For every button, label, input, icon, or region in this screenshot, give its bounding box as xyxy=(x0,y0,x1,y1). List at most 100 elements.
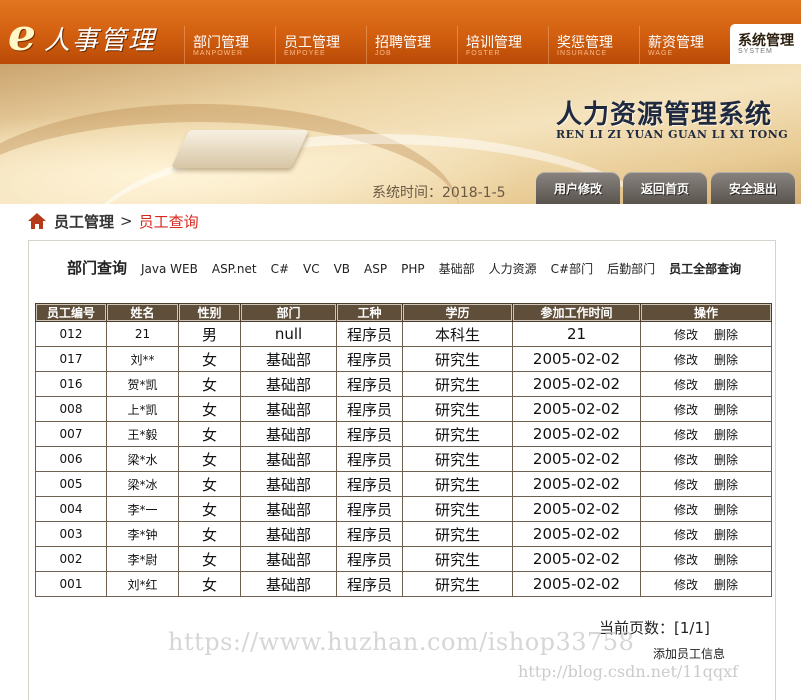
delete-link[interactable]: 删除 xyxy=(714,403,738,417)
dept-link-logistics[interactable]: 后勤部门 xyxy=(607,260,655,277)
cell-gender: 女 xyxy=(178,521,241,547)
home-button[interactable]: 返回首页 xyxy=(623,172,707,204)
cell-job: 程序员 xyxy=(336,346,403,372)
add-employee-link[interactable]: 添加员工信息 xyxy=(653,645,725,662)
nav-sublabel: WAGE xyxy=(648,50,674,57)
cell-actions: 修改 删除 xyxy=(640,546,772,572)
delete-link[interactable]: 删除 xyxy=(714,378,738,392)
delete-link[interactable]: 删除 xyxy=(714,328,738,342)
dept-query-bar: 部门查询 Java WEB ASP.net C# VC VB ASP PHP 基… xyxy=(67,257,741,278)
nav-item-salary[interactable]: 薪资管理 WAGE xyxy=(639,26,730,64)
delete-link[interactable]: 删除 xyxy=(714,578,738,592)
table-row: 016 贺*凯女基础部 程序员 研究生 2005-02-02 修改 删除 xyxy=(35,371,772,397)
edit-link[interactable]: 修改 xyxy=(674,453,698,467)
nav-item-training[interactable]: 培训管理 FOSTER xyxy=(457,26,548,64)
nav-sublabel: EMPOYEE xyxy=(284,50,326,57)
cell-start-date: 2005-02-02 xyxy=(512,496,641,522)
edit-link[interactable]: 修改 xyxy=(674,328,698,342)
cell-gender: 女 xyxy=(178,396,241,422)
breadcrumb-level1[interactable]: 员工管理 xyxy=(54,211,114,232)
keyboard-image xyxy=(171,130,309,168)
logo: e 人事管理 xyxy=(8,10,178,61)
cell-id: 002 xyxy=(35,546,107,572)
cell-education: 研究生 xyxy=(402,346,513,372)
nav-item-department[interactable]: 部门管理 MANPOWER xyxy=(184,26,275,64)
nav-item-employee[interactable]: 员工管理 EMPOYEE xyxy=(275,26,366,64)
edit-link[interactable]: 修改 xyxy=(674,353,698,367)
cell-start-date: 2005-02-02 xyxy=(512,446,641,472)
dept-link-asp[interactable]: ASP xyxy=(364,262,387,276)
cell-name: 刘** xyxy=(106,346,179,372)
cell-id: 003 xyxy=(35,521,107,547)
cell-job: 程序员 xyxy=(336,446,403,472)
dept-link-php[interactable]: PHP xyxy=(401,262,425,276)
nav-label: 部门管理 xyxy=(193,35,249,51)
dept-link-vc[interactable]: VC xyxy=(303,262,320,276)
dept-link-basic[interactable]: 基础部 xyxy=(439,260,475,277)
dept-query-label: 部门查询 xyxy=(67,259,128,277)
cell-name: 上*凯 xyxy=(106,396,179,422)
table-row: 001 刘*红女基础部 程序员 研究生 2005-02-02 修改 删除 xyxy=(35,571,772,597)
cell-name: 王*毅 xyxy=(106,421,179,447)
dept-link-vb[interactable]: VB xyxy=(334,262,350,276)
col-header-id: 员工编号 xyxy=(35,303,107,322)
delete-link[interactable]: 删除 xyxy=(714,453,738,467)
cell-actions: 修改 删除 xyxy=(640,371,772,397)
edit-link[interactable]: 修改 xyxy=(674,378,698,392)
nav-label: 奖惩管理 xyxy=(557,35,613,51)
cell-start-date: 2005-02-02 xyxy=(512,521,641,547)
dept-link-csharp[interactable]: C# xyxy=(271,262,289,276)
col-header-job: 工种 xyxy=(336,303,403,322)
delete-link[interactable]: 删除 xyxy=(714,478,738,492)
dept-link-all[interactable]: 员工全部查询 xyxy=(669,260,741,277)
cell-actions: 修改 删除 xyxy=(640,421,772,447)
delete-link[interactable]: 删除 xyxy=(714,528,738,542)
cell-name: 21 xyxy=(106,321,179,347)
cell-name: 李*一 xyxy=(106,496,179,522)
cell-education: 研究生 xyxy=(402,496,513,522)
cell-dept: 基础部 xyxy=(240,346,337,372)
edit-link[interactable]: 修改 xyxy=(674,478,698,492)
cell-education: 研究生 xyxy=(402,446,513,472)
cell-id: 017 xyxy=(35,346,107,372)
delete-link[interactable]: 删除 xyxy=(714,503,738,517)
edit-link[interactable]: 修改 xyxy=(674,578,698,592)
col-header-education: 学历 xyxy=(402,303,513,322)
nav-sublabel: MANPOWER xyxy=(193,50,243,57)
nav-item-recruit[interactable]: 招聘管理 JOB xyxy=(366,26,457,64)
edit-user-button[interactable]: 用户修改 xyxy=(536,172,620,204)
edit-link[interactable]: 修改 xyxy=(674,503,698,517)
cell-id: 012 xyxy=(35,321,107,347)
edit-link[interactable]: 修改 xyxy=(674,403,698,417)
dept-link-aspnet[interactable]: ASP.net xyxy=(212,262,257,276)
cell-education: 研究生 xyxy=(402,396,513,422)
edit-link[interactable]: 修改 xyxy=(674,428,698,442)
nav-item-reward[interactable]: 奖惩管理 INSURANCE xyxy=(548,26,639,64)
cell-start-date: 2005-02-02 xyxy=(512,346,641,372)
cell-education: 研究生 xyxy=(402,371,513,397)
dept-link-javaweb[interactable]: Java WEB xyxy=(141,262,198,276)
cell-education: 研究生 xyxy=(402,521,513,547)
delete-link[interactable]: 删除 xyxy=(714,353,738,367)
edit-link[interactable]: 修改 xyxy=(674,528,698,542)
dept-link-csharp-dept[interactable]: C#部门 xyxy=(551,260,593,277)
nav-sublabel: FOSTER xyxy=(466,50,501,57)
cell-education: 本科生 xyxy=(402,321,513,347)
breadcrumb: 员工管理 > 员工查询 xyxy=(28,210,199,232)
table-row: 003 李*钟女基础部 程序员 研究生 2005-02-02 修改 删除 xyxy=(35,521,772,547)
cell-actions: 修改 删除 xyxy=(640,471,772,497)
nav-label: 招聘管理 xyxy=(375,35,431,51)
cell-actions: 修改 删除 xyxy=(640,521,772,547)
logout-button[interactable]: 安全退出 xyxy=(711,172,795,204)
dept-link-hr[interactable]: 人力资源 xyxy=(489,260,537,277)
cell-dept: 基础部 xyxy=(240,521,337,547)
delete-link[interactable]: 删除 xyxy=(714,553,738,567)
nav-item-system[interactable]: 系统管理 SYSTEM xyxy=(730,24,801,64)
cell-dept: 基础部 xyxy=(240,446,337,472)
cell-name: 梁*水 xyxy=(106,446,179,472)
cell-gender: 女 xyxy=(178,496,241,522)
system-title-pinyin: REN LI ZI YUAN GUAN LI XI TONG xyxy=(556,128,789,141)
edit-link[interactable]: 修改 xyxy=(674,553,698,567)
delete-link[interactable]: 删除 xyxy=(714,428,738,442)
cell-gender: 女 xyxy=(178,371,241,397)
